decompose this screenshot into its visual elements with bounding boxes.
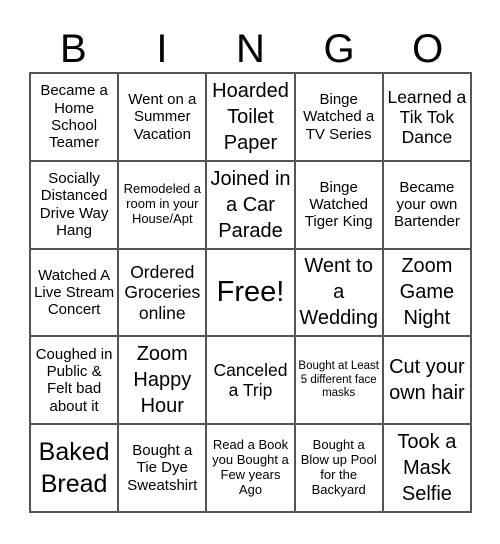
bingo-cell[interactable]: Socially Distanced Drive Way Hang [30,160,119,249]
header-letter-b: B [59,27,87,71]
header-letter-n: N [236,27,265,71]
bingo-cell[interactable]: Remodeled a room in your House/Apt [118,160,207,249]
bingo-cell[interactable]: Baked Bread [30,424,119,512]
bingo-cell[interactable]: Took a Mask Selfie [382,424,471,512]
bingo-cell[interactable]: Hoarded Toilet Paper [206,73,295,161]
bingo-cell[interactable]: Zoom Happy Hour [118,336,207,425]
bingo-cell[interactable]: Went on a Summer Vacation [118,73,207,161]
bingo-header: B I N G O [29,26,472,72]
bingo-cell[interactable]: Became your own Bartender [382,160,471,249]
bingo-cell[interactable]: Binge Watched a TV Series [294,73,383,161]
bingo-cell[interactable]: Zoom Game Night [382,248,471,337]
bingo-cell[interactable]: Became a Home School Teamer [30,73,119,161]
bingo-grid: Became a Home School Teamer Went on a Su… [29,72,472,513]
bingo-cell[interactable]: Joined in a Car Parade [206,160,295,249]
bingo-cell[interactable]: Coughed in Public & Felt bad about it [30,336,119,425]
header-letter-i: I [156,27,168,71]
bingo-cell[interactable]: Bought a Tie Dye Sweatshirt [118,424,207,512]
bingo-cell[interactable]: Binge Watched Tiger King [294,160,383,249]
bingo-cell[interactable]: Watched A Live Stream Concert [30,248,119,337]
bingo-cell[interactable]: Canceled a Trip [206,336,295,425]
bingo-cell[interactable]: Bought a Blow up Pool for the Backyard [294,424,383,512]
header-letter-o: O [412,27,444,71]
bingo-cell[interactable]: Bought at Least 5 different face masks [294,336,383,425]
free-space[interactable]: Free! [206,248,295,337]
bingo-cell[interactable]: Learned a Tik Tok Dance [382,73,471,161]
bingo-cell[interactable]: Ordered Groceries online [118,248,207,337]
bingo-cell[interactable]: Cut your own hair [382,336,471,425]
bingo-cell[interactable]: Read a Book you Bought a Few years Ago [206,424,295,512]
bingo-cell[interactable]: Went to a Wedding [294,248,383,337]
header-letter-g: G [323,27,355,71]
